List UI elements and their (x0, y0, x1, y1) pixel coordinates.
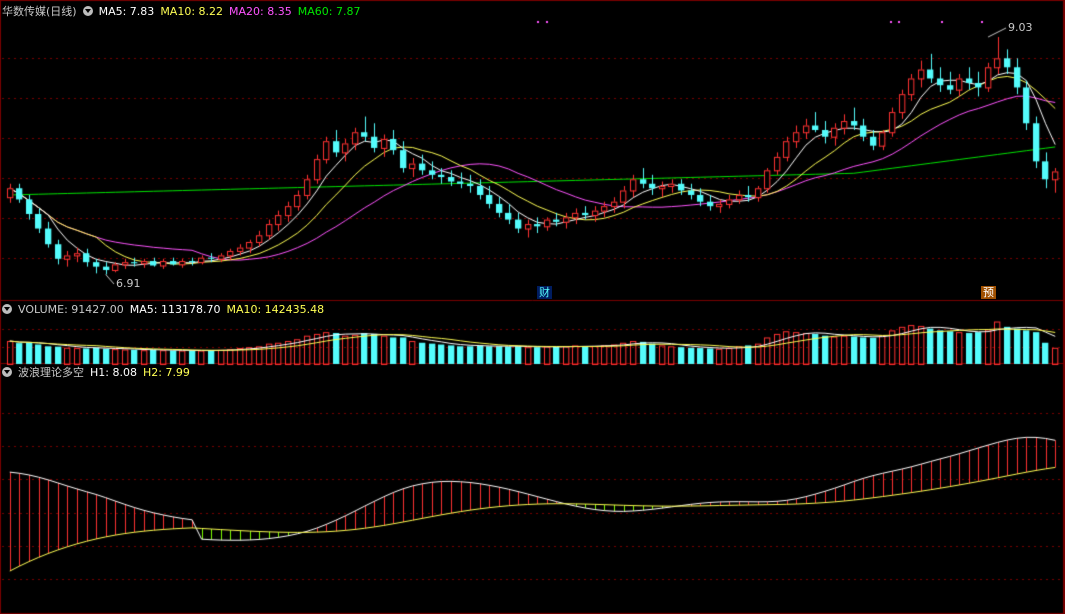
volume-label: VOLUME: 91427.00 (18, 303, 124, 316)
volume-ma5-label: MA5: 113178.70 (129, 303, 221, 316)
h1-label: H1: 8.08 (90, 366, 137, 379)
ma10-label: MA10: 8.22 (160, 5, 224, 18)
wave-indicator-title[interactable]: 波浪理论多空 (18, 366, 84, 379)
chevron-down-icon[interactable] (82, 6, 93, 16)
high-price-label: 9.03 (1008, 21, 1033, 34)
ma20-label: MA20: 8.35 (229, 5, 292, 18)
ma5-label: MA5: 7.83 (98, 5, 155, 18)
chevron-down-icon[interactable] (2, 367, 12, 377)
chevron-down-icon[interactable] (2, 304, 12, 314)
ma60-label: MA60: 7.87 (297, 5, 361, 18)
stock-title[interactable]: 华数传媒(日线) (2, 5, 77, 18)
financial-report-marker[interactable]: 财 (537, 286, 552, 299)
volume-ma10-label: MA10: 142435.48 (226, 303, 325, 316)
wave-panel-header: 波浪理论多空 H1: 8.08 H2: 7.99 (2, 366, 196, 380)
price-panel-header: 华数传媒(日线) MA5: 7.83 MA10: 8.22 MA20: 8.35 MA6… (2, 5, 366, 19)
h2-label: H2: 7.99 (142, 366, 190, 379)
low-price-label: 6.91 (116, 277, 141, 290)
forecast-marker[interactable]: 预 (981, 286, 996, 299)
volume-panel-header: VOLUME: 91427.00 MA5: 113178.70 MA10: 1424… (2, 303, 330, 317)
